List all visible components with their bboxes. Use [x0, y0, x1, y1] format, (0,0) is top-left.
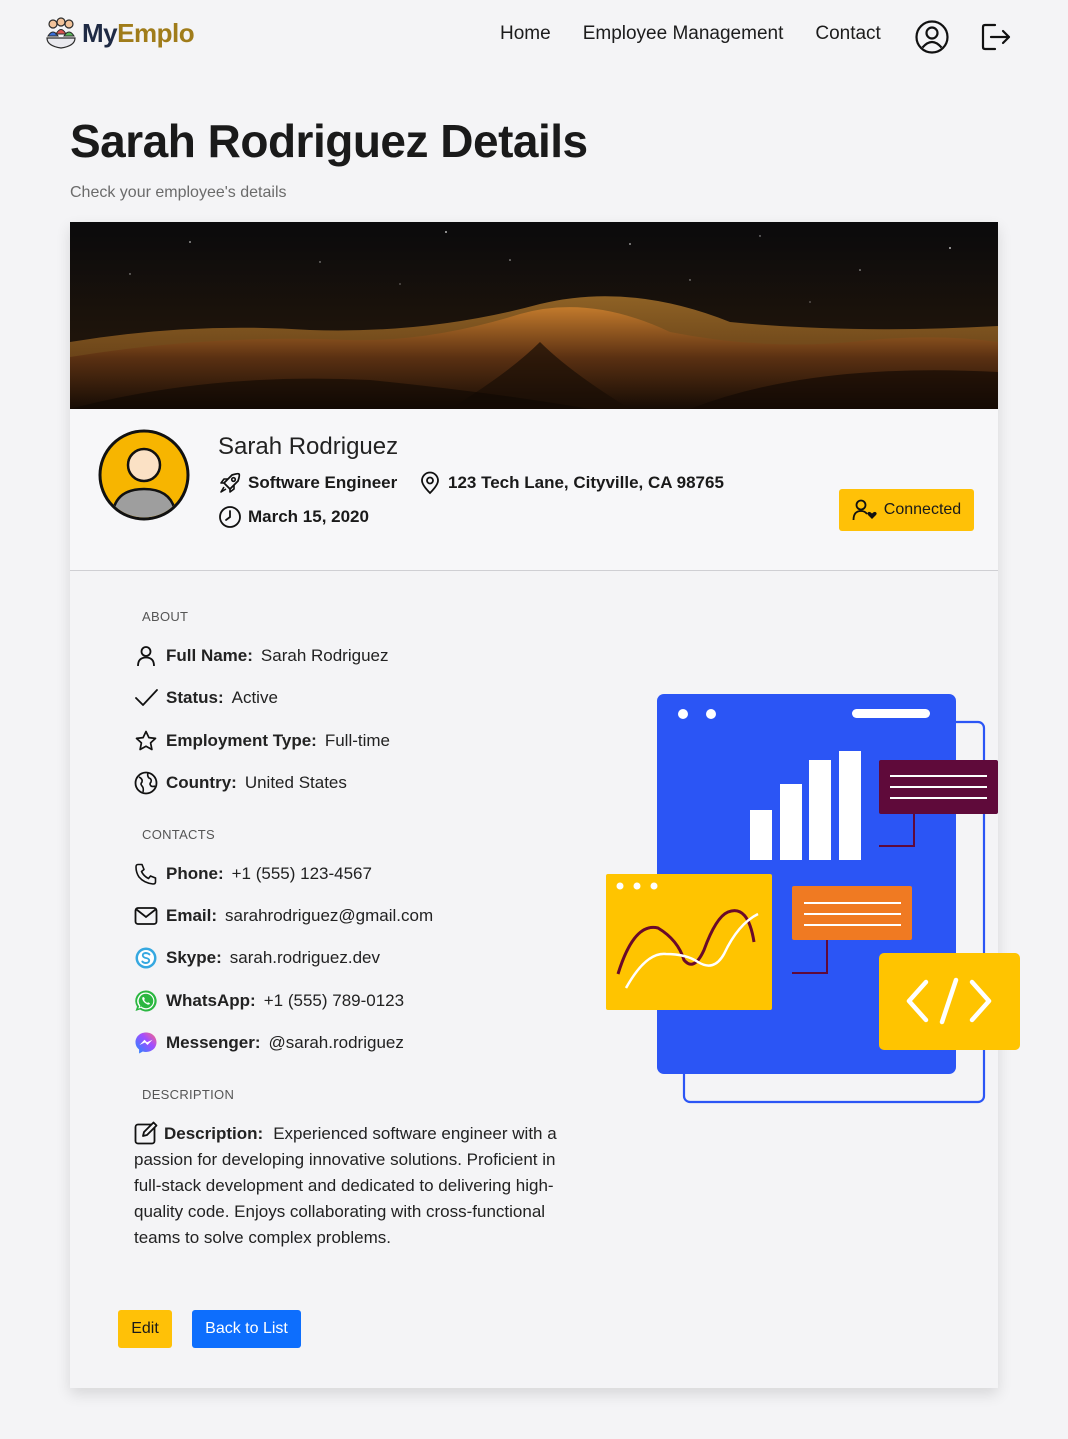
skype-value[interactable]: sarah.rodriguez.dev	[230, 948, 380, 968]
start-date-text: March 15, 2020	[248, 507, 369, 526]
nav-links: Home Employee Management Contact	[500, 23, 913, 45]
employee-start-date: March 15, 2020	[218, 505, 369, 529]
phone-value[interactable]: +1 (555) 123-4567	[232, 864, 372, 884]
location-pin-icon	[421, 471, 439, 495]
user-heart-icon	[852, 499, 877, 521]
about-full-name: Full Name: Sarah Rodriguez	[134, 644, 388, 668]
email-value[interactable]: sarahrodriguez@gmail.com	[225, 906, 433, 926]
address-text: 123 Tech Lane, Cityville, CA 98765	[448, 473, 724, 492]
page-title: Sarah Rodriguez Details	[70, 115, 588, 167]
clock-icon	[219, 506, 241, 528]
description-label: Description:	[164, 1124, 264, 1143]
rocket-icon	[220, 472, 241, 493]
dashboard-illustration	[606, 694, 1020, 1104]
navbar: MyEmplo Home Employee Management Contact	[0, 0, 1068, 72]
edit-button[interactable]: Edit	[118, 1310, 172, 1348]
team-logo-icon	[46, 17, 76, 49]
country-value: United States	[244, 773, 347, 792]
check-icon	[135, 689, 158, 706]
description-block: Description: Experienced software enginee…	[134, 1121, 574, 1251]
employee-role: Software Engineer	[218, 471, 397, 495]
nav-link-home[interactable]: Home	[500, 23, 551, 45]
contact-email: Email: sarahrodriguez@gmail.com	[134, 904, 433, 928]
about-country: Country: United States	[134, 771, 347, 795]
star-icon	[135, 730, 157, 751]
about-heading: ABOUT	[142, 609, 189, 624]
user-icon	[137, 646, 155, 667]
edit-note-icon	[134, 1121, 158, 1145]
messenger-value[interactable]: @sarah.rodriguez	[268, 1033, 403, 1053]
contact-phone: Phone: +1 (555) 123-4567	[134, 862, 372, 886]
contact-messenger: Messenger: @sarah.rodriguez	[134, 1031, 404, 1055]
role-text: Software Engineer	[248, 473, 398, 492]
messenger-icon	[135, 1032, 157, 1054]
profile-header: Sarah Rodriguez Software Engineer 123 Te…	[70, 409, 998, 571]
description-heading: DESCRIPTION	[142, 1087, 235, 1102]
brand[interactable]: MyEmplo	[44, 16, 195, 50]
user-circle-icon[interactable]	[914, 19, 950, 55]
whatsapp-value[interactable]: +1 (555) 789-0123	[264, 991, 404, 1011]
contacts-heading: CONTACTS	[142, 827, 215, 842]
contact-skype: Skype: sarah.rodriguez.dev	[134, 946, 380, 970]
envelope-icon	[134, 907, 158, 925]
status-value: Active	[231, 688, 278, 707]
employee-address: 123 Tech Lane, Cityville, CA 98765	[418, 471, 724, 495]
nav-link-contact[interactable]: Contact	[815, 23, 880, 45]
nav-link-employee-management[interactable]: Employee Management	[583, 23, 784, 45]
logout-icon[interactable]	[978, 19, 1014, 55]
connected-label: Connected	[883, 501, 962, 518]
back-to-list-button[interactable]: Back to List	[192, 1310, 301, 1348]
connected-button[interactable]: Connected	[839, 489, 974, 531]
avatar	[98, 429, 190, 521]
brand-name: MyEmplo	[82, 17, 195, 48]
whatsapp-icon	[135, 990, 157, 1012]
about-status: Status: Active	[134, 686, 278, 710]
page-subtitle: Check your employee's details	[70, 184, 287, 201]
about-employment-type: Employment Type: Full-time	[134, 729, 390, 753]
full-name-value: Sarah Rodriguez	[260, 646, 389, 665]
employee-name: Sarah Rodriguez	[218, 433, 399, 460]
phone-icon	[135, 863, 157, 885]
contact-whatsapp: WhatsApp: +1 (555) 789-0123	[134, 989, 404, 1013]
skype-icon	[135, 947, 157, 969]
employment-type-value: Full-time	[324, 731, 390, 750]
desert-banner-image	[70, 222, 998, 409]
globe-icon	[134, 771, 158, 795]
employee-details-card: Sarah Rodriguez Software Engineer 123 Te…	[70, 222, 1020, 1388]
